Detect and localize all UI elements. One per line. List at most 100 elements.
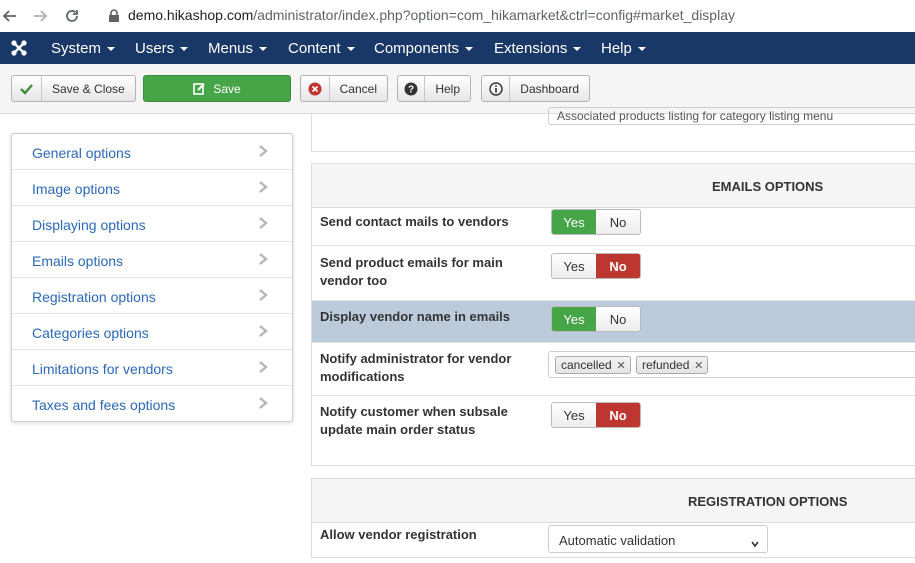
chevron-right-icon bbox=[256, 324, 270, 338]
url-host: demo.hikashop.com bbox=[128, 7, 254, 23]
menu-extensions-label: Extensions bbox=[494, 40, 568, 57]
row-label: Notify administrator for vendor modifica… bbox=[320, 351, 512, 384]
row-notify-admin: Notify administrator for vendor modifica… bbox=[312, 343, 915, 396]
status-tag: refunded ✕ bbox=[636, 356, 709, 374]
yes-option[interactable]: Yes bbox=[552, 403, 596, 427]
sidebar-item-categories[interactable]: Categories options bbox=[12, 314, 292, 350]
sidebar-item-label: Categories options bbox=[32, 325, 149, 341]
vendor-registration-select[interactable]: Automatic validation bbox=[548, 525, 768, 553]
sidebar-item-label: Registration options bbox=[32, 289, 156, 305]
cancel-button[interactable]: Cancel bbox=[300, 75, 388, 102]
menu-content[interactable]: Content bbox=[288, 40, 355, 57]
yes-option[interactable]: Yes bbox=[552, 210, 596, 234]
registration-options-header: REGISTRATION OPTIONS bbox=[312, 479, 915, 523]
menu-users[interactable]: Users bbox=[135, 40, 189, 57]
url-path: /administrator/index.php?option=com_hika… bbox=[253, 7, 735, 23]
menu-select-cut[interactable]: Associated products listing for category… bbox=[548, 107, 915, 125]
sidebar-item-label: Emails options bbox=[32, 253, 124, 269]
menu-help[interactable]: Help bbox=[601, 40, 646, 57]
joomla-logo-icon[interactable] bbox=[10, 39, 28, 57]
emails-options-header: EMAILS OPTIONS bbox=[312, 164, 915, 208]
sidebar-item-registration[interactable]: Registration options bbox=[12, 278, 292, 314]
select-value: Automatic validation bbox=[559, 533, 676, 548]
remove-tag-icon[interactable]: ✕ bbox=[694, 359, 703, 372]
help-label: Help bbox=[435, 81, 460, 96]
dashboard-label: Dashboard bbox=[520, 81, 579, 96]
no-option[interactable]: No bbox=[596, 307, 640, 331]
status-tag: cancelled ✕ bbox=[555, 356, 631, 374]
menu-extensions[interactable]: Extensions bbox=[494, 40, 582, 57]
displaying-options-panel-tail: Associated products listing for category… bbox=[311, 107, 915, 152]
menu-system-label: System bbox=[51, 40, 102, 57]
order-status-multiselect[interactable]: cancelled ✕ refunded ✕ bbox=[548, 351, 915, 378]
sidebar-item-taxes[interactable]: Taxes and fees options bbox=[12, 386, 292, 422]
chevron-right-icon bbox=[256, 360, 270, 374]
address-bar[interactable]: demo.hikashop.com/administrator/index.ph… bbox=[128, 7, 735, 23]
no-option[interactable]: No bbox=[596, 210, 640, 234]
svg-text:?: ? bbox=[408, 84, 414, 95]
registration-options-panel: REGISTRATION OPTIONS Allow vendor regist… bbox=[311, 478, 915, 558]
chevron-right-icon bbox=[256, 288, 270, 302]
cancel-label: Cancel bbox=[339, 81, 377, 96]
menu-components-label: Components bbox=[374, 40, 460, 57]
save-button[interactable]: Save bbox=[143, 75, 291, 102]
caret-down-icon bbox=[573, 47, 582, 52]
row-send-contact-mails: Send contact mails to vendors Yes No bbox=[312, 208, 915, 246]
sidebar-item-label: Taxes and fees options bbox=[32, 397, 176, 413]
menu-menus[interactable]: Menus bbox=[208, 40, 268, 57]
menu-components[interactable]: Components bbox=[374, 40, 474, 57]
menu-content-label: Content bbox=[288, 40, 341, 57]
caret-down-icon bbox=[107, 47, 116, 52]
row-label: Notify customer when subsale update main… bbox=[320, 404, 508, 437]
sidebar-item-emails[interactable]: Emails options bbox=[12, 242, 292, 278]
vendor-name-toggle[interactable]: Yes No bbox=[551, 306, 641, 332]
cancel-circle-icon bbox=[301, 76, 330, 101]
row-label: Send product emails for main vendor too bbox=[320, 255, 503, 288]
dashboard-button[interactable]: Dashboard bbox=[481, 75, 590, 102]
forward-arrow-icon[interactable] bbox=[30, 6, 50, 26]
chevron-down-icon bbox=[751, 536, 759, 548]
chevron-right-icon bbox=[256, 396, 270, 410]
row-label: Send contact mails to vendors bbox=[320, 214, 509, 229]
contact-mails-toggle[interactable]: Yes No bbox=[551, 209, 641, 235]
save-close-button[interactable]: Save & Close bbox=[11, 75, 136, 102]
sidebar-item-label: Limitations for vendors bbox=[32, 361, 173, 377]
no-option[interactable]: No bbox=[596, 403, 640, 427]
lock-icon bbox=[104, 6, 124, 26]
caret-down-icon bbox=[346, 47, 355, 52]
options-sidebar: General options Image options Displaying… bbox=[11, 133, 293, 422]
row-notify-customer: Notify customer when subsale update main… bbox=[312, 396, 915, 466]
save-label: Save bbox=[213, 81, 241, 96]
check-icon bbox=[12, 76, 42, 101]
notify-customer-toggle[interactable]: Yes No bbox=[551, 402, 641, 428]
row-label: Allow vendor registration bbox=[320, 527, 477, 542]
caret-down-icon bbox=[180, 47, 189, 52]
reload-icon[interactable] bbox=[62, 6, 82, 26]
yes-option[interactable]: Yes bbox=[552, 307, 596, 331]
caret-down-icon bbox=[465, 47, 474, 52]
sidebar-item-general[interactable]: General options bbox=[12, 134, 292, 170]
tag-label: cancelled bbox=[561, 358, 612, 372]
back-arrow-icon[interactable] bbox=[0, 6, 20, 26]
row-display-vendor-name: Display vendor name in emails Yes No bbox=[312, 301, 915, 343]
menu-select-value: Associated products listing for category… bbox=[557, 109, 834, 123]
help-button[interactable]: ? Help bbox=[397, 75, 471, 102]
menu-menus-label: Menus bbox=[208, 40, 254, 57]
sidebar-item-label: Image options bbox=[32, 181, 120, 197]
menu-system[interactable]: System bbox=[51, 40, 116, 57]
chevron-right-icon bbox=[256, 180, 270, 194]
product-emails-toggle[interactable]: Yes No bbox=[551, 253, 641, 279]
row-product-emails: Send product emails for main vendor too … bbox=[312, 246, 915, 301]
menu-users-label: Users bbox=[135, 40, 175, 57]
no-option[interactable]: No bbox=[596, 254, 640, 278]
tag-label: refunded bbox=[642, 358, 690, 372]
remove-tag-icon[interactable]: ✕ bbox=[616, 359, 625, 372]
sidebar-item-image[interactable]: Image options bbox=[12, 170, 292, 206]
chevron-right-icon bbox=[256, 216, 270, 230]
sidebar-item-displaying[interactable]: Displaying options bbox=[12, 206, 292, 242]
section-title: REGISTRATION OPTIONS bbox=[688, 494, 848, 509]
yes-option[interactable]: Yes bbox=[552, 254, 596, 278]
sidebar-item-limitations[interactable]: Limitations for vendors bbox=[12, 350, 292, 386]
emails-options-panel: EMAILS OPTIONS Send contact mails to ven… bbox=[311, 163, 915, 466]
info-icon bbox=[482, 76, 511, 101]
